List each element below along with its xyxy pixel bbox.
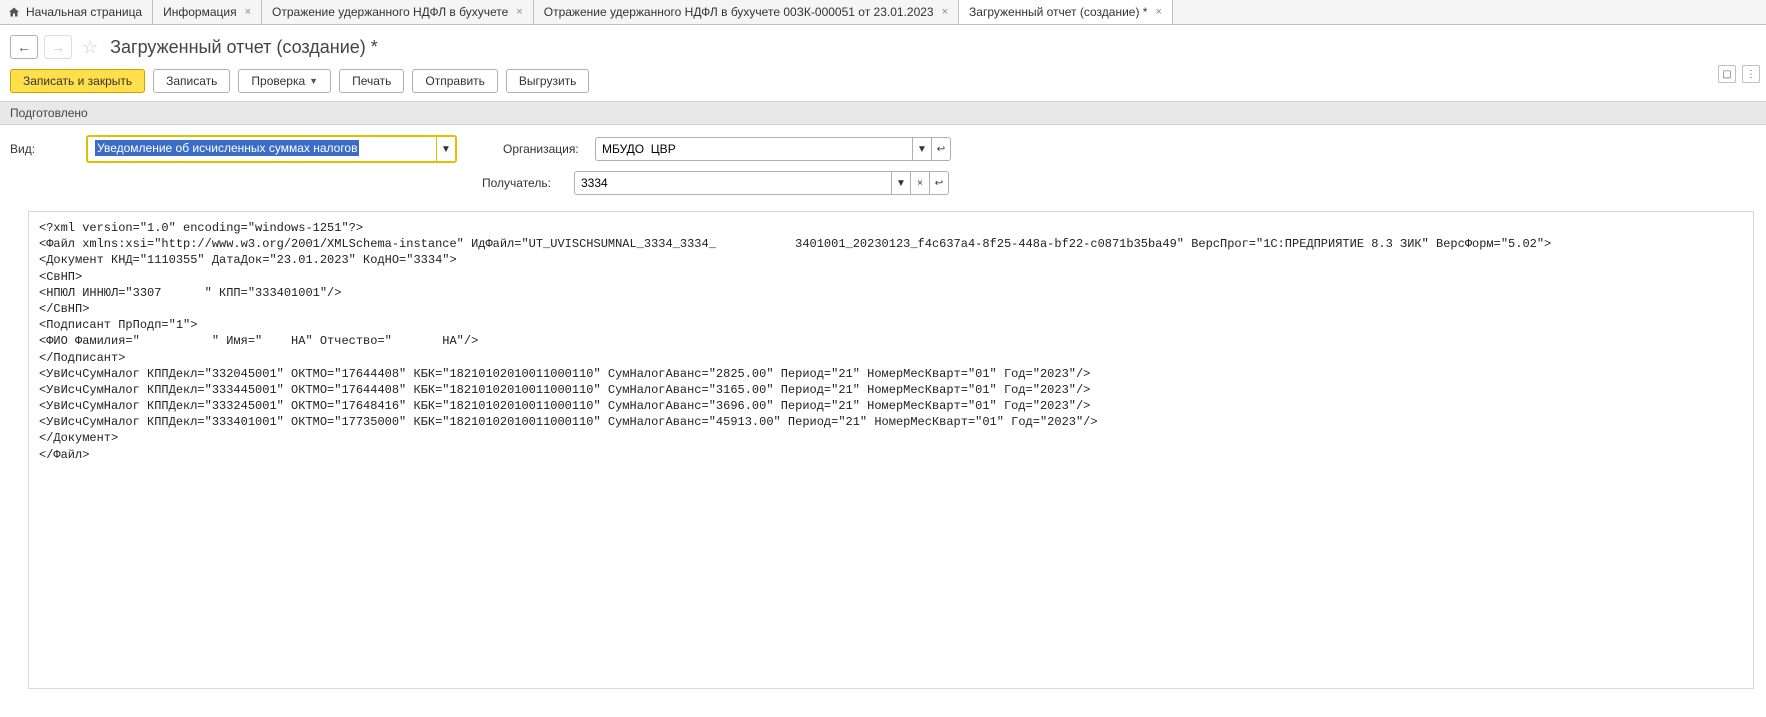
tabs-bar: Начальная страницаИнформация×Отражение у… xyxy=(0,0,1766,25)
org-input[interactable] xyxy=(595,137,913,161)
header-right-icons: ▢ ⋮ xyxy=(1718,65,1760,83)
recv-input-wrap: ▼ × ↩ xyxy=(574,171,949,195)
header-row: ← → ☆ Загруженный отчет (создание) * xyxy=(0,25,1766,65)
tab-label: Отражение удержанного НДФЛ в бухучете xyxy=(272,5,508,19)
tab-2[interactable]: Отражение удержанного НДФЛ в бухучете × xyxy=(262,0,534,24)
recv-open-button[interactable]: ↩ xyxy=(930,171,949,195)
send-button[interactable]: Отправить xyxy=(412,69,498,93)
tab-close-icon[interactable]: × xyxy=(942,6,948,18)
tab-close-icon[interactable]: × xyxy=(245,6,251,18)
tab-3[interactable]: Отражение удержанного НДФЛ в бухучете 00… xyxy=(534,0,959,24)
toolbar: Записать и закрыть Записать Проверка▼ Пе… xyxy=(0,65,1766,101)
vid-label: Вид: xyxy=(10,142,80,156)
check-button[interactable]: Проверка▼ xyxy=(238,69,331,93)
vid-input-wrap: Уведомление об исчисленных суммах налого… xyxy=(86,135,457,163)
tab-label: Отражение удержанного НДФЛ в бухучете 00… xyxy=(544,5,934,19)
status-bar: Подготовлено xyxy=(0,101,1766,125)
tab-1[interactable]: Информация × xyxy=(153,0,262,24)
org-input-wrap: ▼ ↩ xyxy=(595,137,951,161)
page-title: Загруженный отчет (создание) * xyxy=(110,37,378,58)
nav-forward-button: → xyxy=(44,35,72,59)
vid-dropdown-button[interactable]: ▼ xyxy=(436,137,455,161)
favorite-star-icon[interactable]: ☆ xyxy=(82,37,98,58)
tab-close-icon[interactable]: × xyxy=(1155,6,1161,18)
save-and-close-button[interactable]: Записать и закрыть xyxy=(10,69,145,93)
nav-back-button[interactable]: ← xyxy=(10,35,38,59)
save-button[interactable]: Записать xyxy=(153,69,230,93)
export-button[interactable]: Выгрузить xyxy=(506,69,590,93)
tab-label: Информация xyxy=(163,5,236,19)
vid-input[interactable]: Уведомление об исчисленных суммах налого… xyxy=(89,138,435,160)
recv-dropdown-button[interactable]: ▼ xyxy=(892,171,911,195)
recv-input[interactable] xyxy=(574,171,892,195)
form-area: Вид: Уведомление об исчисленных суммах н… xyxy=(0,125,1766,207)
org-open-button[interactable]: ↩ xyxy=(932,137,951,161)
home-icon xyxy=(8,6,20,18)
tab-close-icon[interactable]: × xyxy=(516,6,522,18)
org-label: Организация: xyxy=(503,142,589,156)
chevron-down-icon: ▼ xyxy=(309,76,318,86)
print-button[interactable]: Печать xyxy=(339,69,404,93)
xml-content-pane[interactable]: <?xml version="1.0" encoding="windows-12… xyxy=(28,211,1754,689)
tab-4[interactable]: Загруженный отчет (создание) * × xyxy=(959,0,1173,24)
tab-label: Начальная страница xyxy=(26,5,142,19)
tab-label: Загруженный отчет (создание) * xyxy=(969,5,1147,19)
org-dropdown-button[interactable]: ▼ xyxy=(913,137,932,161)
recv-label: Получатель: xyxy=(482,176,568,190)
recv-clear-button[interactable]: × xyxy=(911,171,930,195)
more-icon[interactable]: ⋮ xyxy=(1742,65,1760,83)
tab-0[interactable]: Начальная страница xyxy=(0,0,153,24)
save-to-disk-icon[interactable]: ▢ xyxy=(1718,65,1736,83)
